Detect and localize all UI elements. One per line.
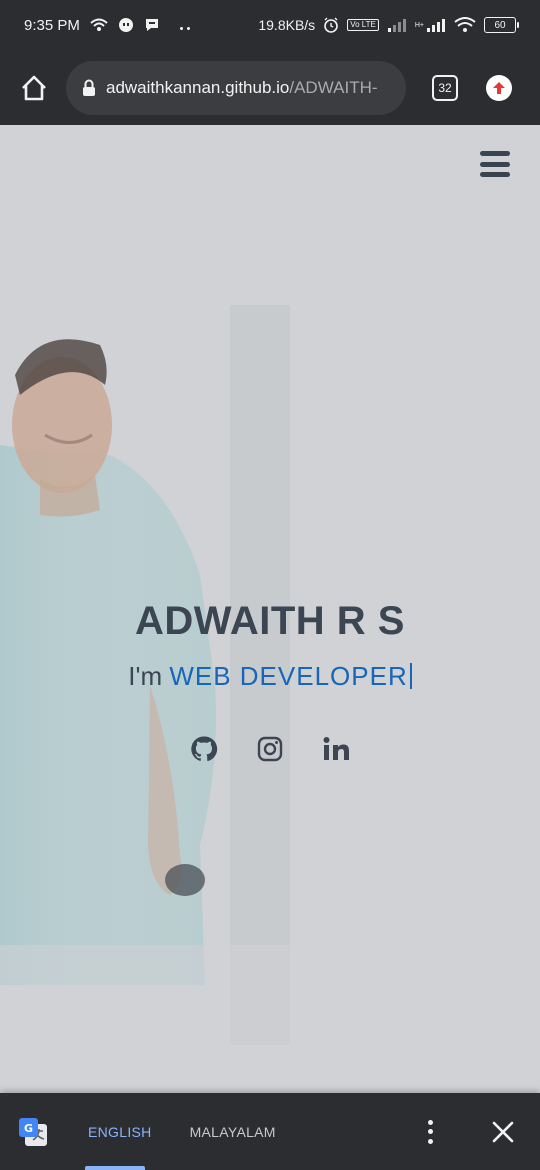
more-notifications-icon <box>178 17 192 34</box>
battery-indicator: 60 <box>484 17 519 33</box>
browser-toolbar: adwaithkannan.github.io/ADWAITH- 32 <box>0 50 540 125</box>
instagram-icon <box>257 736 283 762</box>
home-icon <box>22 75 46 100</box>
status-left: 9:35 PM <box>24 17 192 34</box>
status-bar: 9:35 PM 19.8KB/s Vo LTE H+ 60 <box>0 0 540 50</box>
menu-bar-icon <box>480 151 510 156</box>
dot-icon <box>427 1138 433 1144</box>
clock: 9:35 PM <box>24 16 80 34</box>
menu-bar-icon <box>480 172 510 177</box>
hero-prefix: I'm <box>128 661 170 691</box>
typing-cursor <box>409 663 412 689</box>
signal-weak-icon <box>387 18 407 32</box>
hero-name: ADWAITH R S <box>135 599 405 643</box>
url-path: /ADWAITH- <box>289 77 378 97</box>
close-translate-button[interactable] <box>490 1119 516 1145</box>
dot-icon <box>427 1129 433 1134</box>
hero-subtitle: I'm WEB DEVELOPER <box>0 661 540 692</box>
upload-button[interactable] <box>486 74 512 101</box>
google-translate-icon[interactable]: G <box>18 1117 48 1147</box>
wifi-calling-icon <box>90 18 108 32</box>
linkedin-link[interactable] <box>322 735 350 763</box>
upload-icon <box>493 81 505 94</box>
address-bar[interactable]: adwaithkannan.github.io/ADWAITH- <box>66 60 406 115</box>
url-text: adwaithkannan.github.io/ADWAITH- <box>106 78 378 98</box>
close-icon <box>492 1121 514 1142</box>
github-link[interactable] <box>190 735 218 763</box>
webpage[interactable]: ADWAITH R S I'm WEB DEVELOPER <box>0 125 540 1093</box>
svg-text:G: G <box>24 1122 33 1135</box>
dot-icon <box>427 1119 433 1125</box>
lock-icon <box>83 79 95 96</box>
social-links <box>0 735 540 763</box>
network-speed: 19.8KB/s <box>258 17 316 33</box>
hero-role: WEB DEVELOPER <box>169 661 408 691</box>
linkedin-icon <box>323 737 349 760</box>
hamburger-menu-button[interactable] <box>480 151 510 177</box>
alarm-icon <box>323 17 339 33</box>
chat-notification-icon <box>118 17 134 33</box>
active-tab-indicator <box>85 1166 145 1170</box>
translate-bar: G ENGLISH MALAYALAM <box>0 1093 540 1170</box>
message-notification-icon <box>144 17 160 33</box>
github-icon <box>191 736 218 762</box>
more-options-button[interactable] <box>418 1117 442 1147</box>
tab-english[interactable]: ENGLISH <box>88 1124 152 1140</box>
tabs-button[interactable]: 32 <box>432 74 458 101</box>
volte-badge: Vo LTE <box>347 19 379 31</box>
network-type: H+ <box>414 21 424 29</box>
menu-bar-icon <box>480 161 510 167</box>
tab-malayalam[interactable]: MALAYALAM <box>190 1124 276 1140</box>
status-right: 19.8KB/s Vo LTE H+ 60 <box>258 17 519 33</box>
home-button[interactable] <box>14 68 54 108</box>
wifi-icon <box>454 17 476 33</box>
instagram-link[interactable] <box>256 735 284 763</box>
url-domain: adwaithkannan.github.io <box>106 77 290 97</box>
signal-full-icon <box>426 18 446 32</box>
